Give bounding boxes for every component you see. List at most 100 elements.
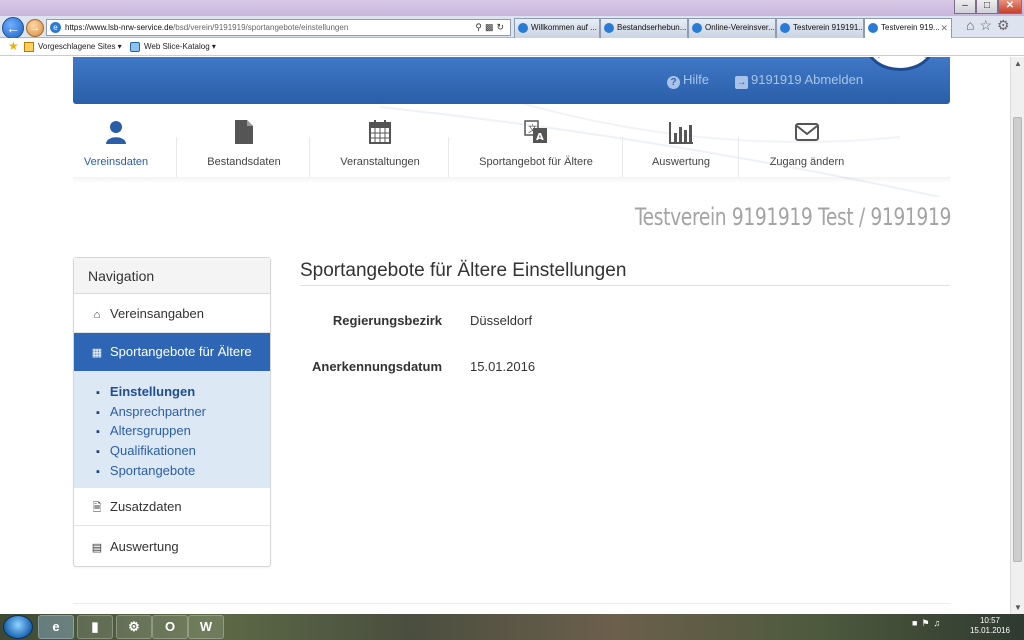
menu-shadow <box>73 177 950 183</box>
scrollbar-thumb[interactable] <box>1013 117 1022 562</box>
top-menu: Vereinsdaten Bestandsdaten Veranstaltung… <box>73 119 950 177</box>
top-menu-zugang-aendern[interactable]: Zugang ändern <box>745 119 869 177</box>
suggested-sites-icon <box>24 42 34 52</box>
home-icon: ⌂ <box>966 17 980 33</box>
field-value-regierungsbezirk: Düsseldorf <box>470 313 533 328</box>
menu-separator <box>622 137 623 177</box>
submenu-item-einstellungen[interactable]: Einstellungen <box>74 382 270 402</box>
logout-link[interactable]: → 9191919 Abmelden <box>735 72 863 89</box>
web-slice-icon <box>130 42 140 52</box>
url-host: https://www.lsb-nrw-service.de <box>65 23 174 32</box>
lock-icon: ▩ <box>484 22 497 32</box>
envelope-icon <box>795 123 819 141</box>
maximize-button[interactable]: □ <box>976 0 998 14</box>
user-icon <box>106 121 126 144</box>
ie-tab-icon <box>780 23 790 33</box>
app-icon[interactable]: ⚙ <box>116 615 152 639</box>
gear-icon: ⚙ <box>997 17 1015 33</box>
menu-separator <box>448 137 449 177</box>
ie-tab-icon <box>692 23 702 33</box>
svg-text:A: A <box>536 132 544 143</box>
file-explorer-icon[interactable]: ▮ <box>77 615 113 639</box>
submenu-item-sportangebote[interactable]: Sportangebote <box>74 461 270 481</box>
browser-tab[interactable]: Bestandserhebun... <box>600 18 688 38</box>
search-icon: ⚲ <box>475 22 485 32</box>
minimize-button[interactable]: – <box>954 0 976 14</box>
top-menu-vereinsdaten[interactable]: Vereinsdaten <box>73 119 159 177</box>
vertical-scrollbar[interactable]: ▲ ▼ <box>1010 57 1024 614</box>
submenu-item-altersgruppen[interactable]: Altersgruppen <box>74 421 270 441</box>
system-tray[interactable]: ■⚑♫ <box>912 618 944 629</box>
browser-tab-active[interactable]: Testverein 919... ✕ <box>864 18 952 38</box>
document-icon: 🗎 <box>92 502 102 514</box>
browser-tab[interactable]: Testverein 919191... <box>776 18 864 38</box>
word-icon[interactable]: W <box>188 615 224 639</box>
browser-toolbar-icons[interactable]: ⌂☆⚙ <box>966 17 1015 34</box>
browser-navbar: ← → e https://www.lsb-nrw-service.de/bsd… <box>0 16 1024 39</box>
clock-time: 10:57 <box>979 616 1001 625</box>
navigation-panel: Navigation ⌂ Vereinsangaben ▦ Sportangebot… <box>73 257 271 567</box>
browser-tab[interactable]: Willkommen auf ... <box>514 18 600 38</box>
address-bar-icons[interactable]: ⚲▩↻ <box>475 20 507 35</box>
question-icon: ? <box>667 76 680 89</box>
scroll-down-icon[interactable]: ▼ <box>1014 603 1022 612</box>
top-menu-veranstaltungen[interactable]: Veranstaltungen <box>315 119 445 177</box>
tab-close-icon[interactable]: ✕ <box>940 19 948 37</box>
favorites-web-slice[interactable]: Web Slice-Katalog ▾ <box>130 38 216 55</box>
page-title: Sportangebote für Ältere Einstellungen <box>300 260 627 281</box>
home-icon: ⌂ <box>93 309 101 321</box>
close-window-button[interactable]: ✕ <box>998 0 1022 14</box>
internet-explorer-icon[interactable]: e <box>38 615 74 639</box>
top-menu-bestandsdaten[interactable]: Bestandsdaten <box>183 119 305 177</box>
clock-date: 15.01.2016 <box>969 626 1011 635</box>
translate-icon: 文 A <box>524 120 547 143</box>
ie-tab-icon <box>604 23 614 33</box>
top-menu-auswertung[interactable]: Auswertung <box>628 119 734 177</box>
menu-separator <box>738 137 739 177</box>
field-label-anerkennungsdatum: Anerkennungsdatum <box>311 359 442 374</box>
favorites-star-icon[interactable]: ★ <box>8 38 19 55</box>
address-bar[interactable]: e https://www.lsb-nrw-service.de/bsd/ver… <box>46 19 511 36</box>
forward-arrow-icon[interactable]: → <box>26 19 44 37</box>
ie-tab-icon <box>518 23 528 33</box>
favorites-suggested-sites[interactable]: Vorgeschlagene Sites ▾ <box>24 38 122 55</box>
calendar-icon <box>369 120 391 144</box>
scroll-up-icon[interactable]: ▲ <box>1014 59 1022 68</box>
start-button[interactable] <box>3 615 33 639</box>
bar-chart-icon: ▤ <box>91 542 103 554</box>
top-menu-sportangebot[interactable]: 文 A Sportangebot für Ältere <box>453 119 619 177</box>
menu-separator <box>309 137 310 177</box>
field-label-regierungsbezirk: Regierungsbezirk <box>332 313 442 328</box>
windows-taskbar: e ▮ ⚙ O W ■⚑♫ 10:57 15.01.2016 <box>0 614 1024 640</box>
flag-icon: ⚑ <box>921 618 934 628</box>
translate-icon: ▦ <box>91 347 103 359</box>
club-title: Testverein 9191919 Test / 9191919 <box>634 203 952 231</box>
window-titlebar: – □ ✕ <box>0 0 1024 16</box>
back-arrow-icon[interactable]: ← <box>2 17 24 39</box>
sidebar-item-vereinsangaben[interactable]: ⌂ Vereinsangaben <box>74 295 270 333</box>
site-header: ? Hilfe → 9191919 Abmelden <box>73 57 950 104</box>
navigation-heading: Navigation <box>74 258 270 294</box>
title-divider <box>300 285 950 286</box>
sign-out-icon: → <box>735 76 748 89</box>
document-icon <box>235 120 253 144</box>
field-value-anerkennungsdatum: 15.01.2016 <box>470 359 536 374</box>
submenu-item-ansprechpartner[interactable]: Ansprechpartner <box>74 402 270 422</box>
refresh-icon: ↻ <box>496 22 507 32</box>
footer-divider <box>73 603 950 604</box>
submenu-item-qualifikationen[interactable]: Qualifikationen <box>74 441 270 461</box>
outlook-icon[interactable]: O <box>152 615 188 639</box>
help-link[interactable]: ? Hilfe <box>667 72 709 89</box>
menu-separator <box>176 137 177 177</box>
ie-page-icon: e <box>50 22 61 33</box>
sidebar-item-zusatzdaten[interactable]: 🗎 Zusatzdaten <box>74 488 270 526</box>
browser-tab[interactable]: Online-Vereinsver... <box>688 18 776 38</box>
sidebar-item-auswertung[interactable]: ▤ Auswertung <box>74 528 270 566</box>
volume-icon: ♫ <box>933 618 945 628</box>
web-page: ? Hilfe → 9191919 Abmelden Vereinsdaten Be… <box>0 57 1010 614</box>
taskbar-clock[interactable]: 10:57 15.01.2016 <box>965 616 1015 636</box>
sidebar-item-sportangebote[interactable]: ▦ Sportangebote für Ältere <box>74 333 270 371</box>
bar-chart-icon <box>669 122 693 144</box>
sidebar-submenu: Einstellungen Ansprechpartner Altersgrup… <box>74 371 270 488</box>
favorites-bar: ★ Vorgeschlagene Sites ▾ Web Slice-Katal… <box>0 38 1024 56</box>
